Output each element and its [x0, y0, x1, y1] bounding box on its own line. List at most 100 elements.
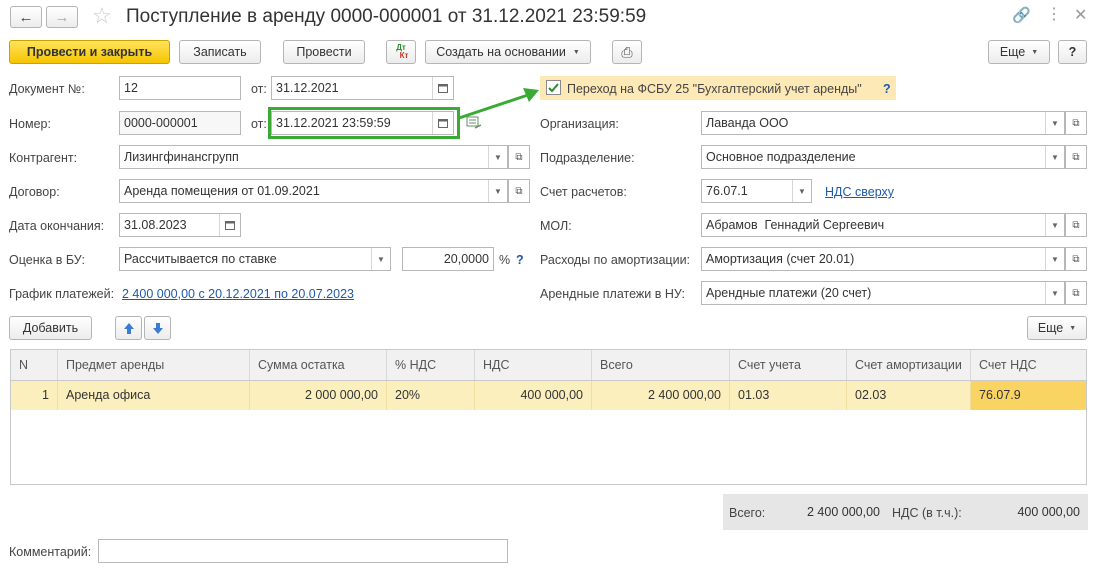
create-based-on-button[interactable]: Создать на основании ▼: [425, 40, 591, 64]
post-button[interactable]: Провести: [283, 40, 365, 64]
cell-vat-account[interactable]: 76.07.9: [971, 381, 1086, 410]
chevron-down-icon[interactable]: ▼: [371, 248, 390, 270]
col-account[interactable]: Счет учета: [730, 350, 847, 380]
nu-open-button[interactable]: ⧉: [1065, 281, 1087, 305]
end-date-field[interactable]: 31.08.2023: [119, 213, 241, 237]
cell-amort-account[interactable]: 02.03: [847, 381, 971, 410]
table-more-button[interactable]: Еще ▼: [1027, 316, 1087, 340]
counterparty-label: Контрагент:: [9, 151, 78, 165]
calendar-icon[interactable]: [432, 77, 453, 99]
cell-total[interactable]: 2 400 000,00: [592, 381, 730, 410]
help-button[interactable]: ?: [1058, 40, 1087, 64]
doc-number-value: 12: [124, 81, 138, 95]
end-date-value: 31.08.2023: [124, 218, 187, 232]
number-field[interactable]: 0000-000001: [119, 111, 241, 135]
vat-on-top-link[interactable]: НДС сверху: [825, 184, 894, 200]
col-amort-account[interactable]: Счет амортизации: [847, 350, 971, 380]
org-field[interactable]: Лаванда ООО ▼: [701, 111, 1065, 135]
more-label: Еще: [999, 45, 1026, 59]
rate-value: 20,0000: [443, 252, 489, 266]
valuation-label: Оценка в БУ:: [9, 253, 85, 267]
dt-kt-button[interactable]: Дт Кт: [386, 40, 416, 64]
chevron-down-icon[interactable]: ▼: [1045, 248, 1064, 270]
mol-label: МОЛ:: [540, 219, 572, 233]
col-balance[interactable]: Сумма остатка: [250, 350, 387, 380]
chevron-down-icon[interactable]: ▼: [792, 180, 811, 202]
add-row-button[interactable]: Добавить: [9, 316, 92, 340]
cell-n: 1: [11, 381, 58, 410]
printer-icon: ⎙: [621, 43, 633, 60]
division-field[interactable]: Основное подразделение ▼: [701, 145, 1065, 169]
total-value: 2 400 000,00: [807, 505, 880, 519]
post-and-close-button[interactable]: Провести и закрыть: [9, 40, 170, 64]
schedule-link[interactable]: 2 400 000,00 с 20.12.2021 по 20.07.2023: [122, 286, 354, 302]
chevron-down-icon: ▼: [572, 48, 580, 56]
chevron-down-icon[interactable]: ▼: [1045, 282, 1064, 304]
col-subject[interactable]: Предмет аренды: [58, 350, 250, 380]
comment-field[interactable]: [98, 539, 508, 563]
favorite-star-icon[interactable]: ☆: [92, 3, 112, 29]
cell-subject[interactable]: Аренда офиса: [58, 381, 250, 410]
arrow-right-icon: →: [54, 8, 70, 26]
col-n[interactable]: N: [11, 350, 58, 380]
doc-number-field[interactable]: 12: [119, 76, 241, 100]
dt-kt-icon-bottom: Кт: [399, 51, 409, 60]
open-window-icon: ⧉: [1072, 287, 1080, 299]
valuation-field[interactable]: Рассчитывается по ставке ▼: [119, 247, 391, 271]
org-label: Организация:: [540, 117, 619, 131]
col-total[interactable]: Всего: [592, 350, 730, 380]
fsbu-help-icon[interactable]: ?: [883, 81, 891, 97]
division-open-button[interactable]: ⧉: [1065, 145, 1087, 169]
rate-help-icon[interactable]: ?: [516, 252, 524, 268]
print-button[interactable]: ⎙: [612, 40, 642, 64]
cell-account[interactable]: 01.03: [730, 381, 847, 410]
cell-vat-rate[interactable]: 20%: [387, 381, 475, 410]
amort-field[interactable]: Амортизация (счет 20.01) ▼: [701, 247, 1065, 271]
contract-field[interactable]: Аренда помещения от 01.09.2021 ▼: [119, 179, 508, 203]
chevron-down-icon[interactable]: ▼: [1045, 146, 1064, 168]
chevron-down-icon[interactable]: ▼: [488, 146, 507, 168]
amort-open-button[interactable]: ⧉: [1065, 247, 1087, 271]
col-vat[interactable]: НДС: [475, 350, 592, 380]
amort-label: Расходы по амортизации:: [540, 253, 691, 267]
more-button[interactable]: Еще ▼: [988, 40, 1050, 64]
cell-balance[interactable]: 2 000 000,00: [250, 381, 387, 410]
vat-total-label: НДС (в т.ч.):: [892, 506, 962, 520]
calendar-icon[interactable]: [219, 214, 240, 236]
chevron-down-icon[interactable]: ▼: [1045, 214, 1064, 236]
rate-field[interactable]: 20,0000: [402, 247, 494, 271]
forward-button[interactable]: →: [46, 6, 78, 28]
mol-field[interactable]: Абрамов Геннадий Сергеевич ▼: [701, 213, 1065, 237]
table-row[interactable]: 1 Аренда офиса 2 000 000,00 20% 400 000,…: [10, 381, 1087, 410]
fsbu-label[interactable]: Переход на ФСБУ 25 "Бухгалтерский учет а…: [567, 81, 862, 97]
doc-date-field[interactable]: 31.12.2021: [271, 76, 454, 100]
chevron-down-icon[interactable]: ▼: [488, 180, 507, 202]
link-icon[interactable]: 🔗: [1012, 6, 1031, 24]
chevron-down-icon[interactable]: ▼: [1045, 112, 1064, 134]
mol-open-button[interactable]: ⧉: [1065, 213, 1087, 237]
org-open-button[interactable]: ⧉: [1065, 111, 1087, 135]
number-date-label: от:: [251, 117, 267, 131]
arrow-down-icon: [152, 322, 163, 334]
account-value: 76.07.1: [706, 184, 748, 198]
account-field[interactable]: 76.07.1 ▼: [701, 179, 812, 203]
arrow-left-icon: ←: [18, 8, 34, 26]
contract-open-button[interactable]: ⧉: [508, 179, 530, 203]
save-button[interactable]: Записать: [179, 40, 261, 64]
nu-field[interactable]: Арендные платежи (20 счет) ▼: [701, 281, 1065, 305]
counterparty-field[interactable]: Лизингфинансгрупп ▼: [119, 145, 508, 169]
col-vat-rate[interactable]: % НДС: [387, 350, 475, 380]
move-up-button[interactable]: [115, 316, 142, 340]
rate-unit: %: [499, 253, 511, 267]
menu-dots-icon[interactable]: ⋮: [1046, 4, 1062, 24]
col-vat-account[interactable]: Счет НДС: [971, 350, 1086, 380]
cell-vat[interactable]: 400 000,00: [475, 381, 592, 410]
number-label: Номер:: [9, 117, 51, 131]
close-icon[interactable]: ✕: [1074, 5, 1087, 25]
open-window-icon: ⧉: [515, 185, 523, 197]
move-down-button[interactable]: [144, 316, 171, 340]
counterparty-open-button[interactable]: ⧉: [508, 145, 530, 169]
fsbu-checkbox[interactable]: [546, 80, 561, 95]
back-button[interactable]: ←: [10, 6, 42, 28]
nu-value: Арендные платежи (20 счет): [706, 286, 872, 300]
